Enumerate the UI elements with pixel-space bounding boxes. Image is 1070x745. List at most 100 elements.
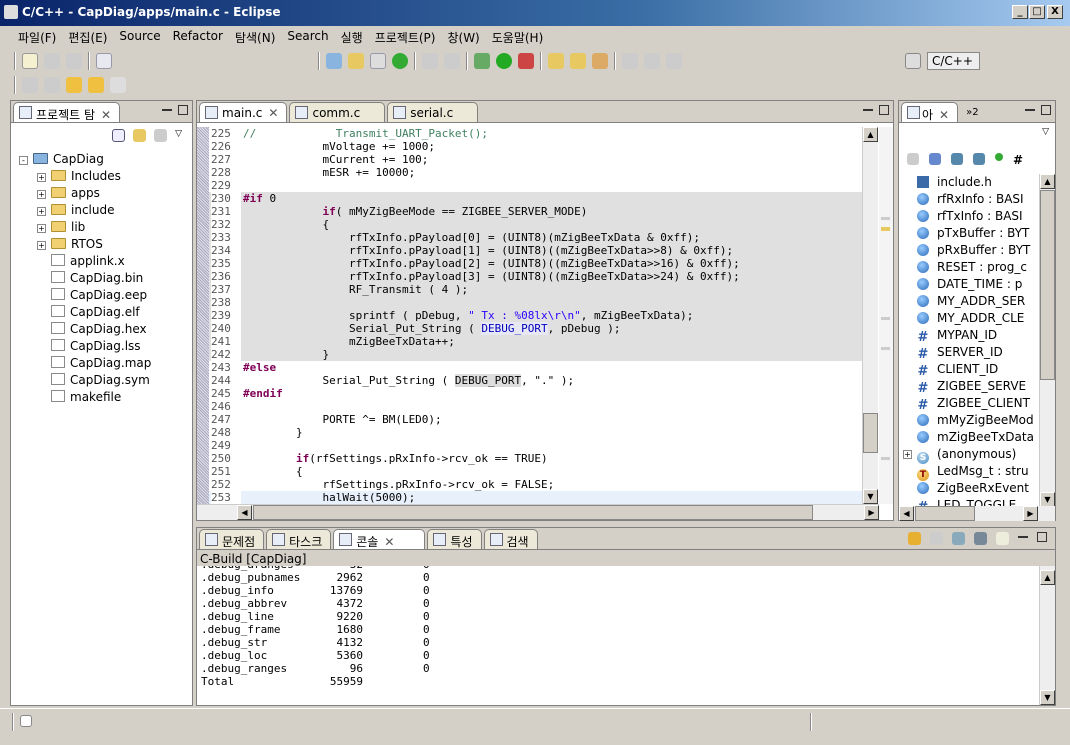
scroll-lock-icon[interactable] (908, 532, 921, 545)
scroll-up-button[interactable]: ▲ (1040, 174, 1055, 189)
scroll-down-button[interactable]: ▼ (1040, 492, 1055, 507)
tab-console[interactable]: 콘솔 ✕ (333, 529, 426, 549)
scroll-thumb[interactable] (863, 413, 878, 453)
open-element-icon[interactable] (570, 53, 586, 69)
outline-item[interactable]: pTxBuffer : BYT (917, 225, 1039, 242)
scroll-left-button[interactable]: ◀ (237, 505, 252, 520)
sync-icon[interactable] (907, 153, 919, 165)
close-icon[interactable]: ✕ (101, 108, 111, 122)
expand-toggle-icon[interactable]: + (903, 450, 912, 459)
overview-ruler[interactable] (879, 127, 893, 504)
new-icon[interactable] (22, 53, 38, 69)
collapse-all-icon[interactable] (112, 129, 126, 142)
maximize-icon[interactable] (879, 105, 889, 115)
menu-item[interactable]: Refactor (167, 26, 229, 46)
display-console-icon[interactable] (974, 532, 987, 545)
clean-icon[interactable] (444, 53, 460, 69)
tab-problems[interactable]: 문제점 (199, 529, 265, 549)
close-icon[interactable]: ✕ (268, 106, 278, 120)
tab-tasks[interactable]: 타스크 (266, 529, 332, 549)
tab-comm-c[interactable]: comm.c (289, 102, 386, 122)
view-menu-icon[interactable]: ▽ (1042, 127, 1049, 137)
print-icon[interactable] (66, 53, 82, 69)
outline-item[interactable]: RESET : prog_c (917, 259, 1039, 276)
tab-main-c[interactable]: main.c ✕ (199, 102, 288, 122)
outline-item[interactable]: MY_ADDR_CLE (917, 310, 1039, 327)
next-annotation-icon[interactable] (22, 77, 38, 93)
menu-item[interactable]: Source (113, 26, 166, 46)
view-menu-icon[interactable]: ▽ (175, 129, 182, 151)
menu-item[interactable]: 파일(F) (12, 26, 62, 46)
maximize-icon[interactable] (1037, 532, 1047, 542)
search-icon[interactable] (592, 53, 608, 69)
outline-item[interactable]: pRxBuffer : BYT (917, 242, 1039, 259)
tab-project-explorer[interactable]: 프로젝트 탐 ✕ (13, 102, 121, 122)
debug-icon[interactable] (474, 53, 490, 69)
outline-item[interactable]: ZigBeeRxEvent (917, 480, 1039, 497)
toggle-mark-icon[interactable] (622, 53, 638, 69)
maximize-button[interactable]: □ (1029, 5, 1045, 19)
console-vertical-scrollbar[interactable]: ▲ ▼ (1039, 566, 1055, 705)
outline-horizontal-scrollbar[interactable]: ◀ ▶ (899, 506, 1055, 521)
outline-item[interactable]: include.h (917, 174, 1039, 191)
sort-icon[interactable] (929, 153, 941, 165)
scroll-down-button[interactable]: ▼ (1040, 690, 1055, 705)
tab-serial-c[interactable]: serial.c (387, 102, 479, 122)
fast-view-icon[interactable] (20, 715, 32, 727)
block-select-icon[interactable] (644, 53, 660, 69)
clear-console-icon[interactable] (930, 532, 943, 545)
outline-item[interactable]: # MYPAN_ID (917, 327, 1039, 344)
minimize-icon[interactable] (162, 105, 172, 111)
tree-item[interactable]: CapDiag.map (19, 355, 192, 372)
hide-static-icon[interactable] (973, 153, 985, 165)
new-folder-icon[interactable] (348, 53, 364, 69)
run-icon[interactable] (496, 53, 512, 69)
expand-toggle-icon[interactable]: + (37, 224, 46, 233)
more-views-button[interactable]: »2 (966, 107, 978, 118)
tree-item[interactable]: CapDiag.hex (19, 321, 192, 338)
scroll-up-button[interactable]: ▲ (863, 127, 878, 142)
expand-toggle-icon[interactable]: + (37, 207, 46, 216)
editor-horizontal-scrollbar[interactable]: ◀ ▶ (197, 504, 879, 520)
hide-nonpublic-icon[interactable] (995, 153, 1003, 161)
outline-item[interactable]: # CLIENT_ID (917, 361, 1039, 378)
open-console-icon[interactable] (996, 532, 1009, 545)
maximize-icon[interactable] (178, 105, 188, 115)
back-icon[interactable] (88, 77, 104, 93)
close-icon[interactable]: ✕ (384, 535, 394, 549)
outline-item[interactable]: rfTxInfo : BASI (917, 208, 1039, 225)
expand-toggle-icon[interactable]: + (37, 173, 46, 182)
link-editor-icon[interactable] (133, 129, 147, 142)
menu-item[interactable]: Search (281, 26, 334, 46)
tab-properties[interactable]: 특성 (427, 529, 482, 549)
close-icon[interactable]: ✕ (939, 108, 949, 122)
menu-item[interactable]: 프로젝트(P) (369, 26, 442, 46)
menu-item[interactable]: 도움말(H) (486, 26, 550, 46)
tree-item[interactable]: CapDiag.elf (19, 304, 192, 321)
tab-search[interactable]: 검색 (483, 529, 538, 549)
outline-item[interactable]: + S (anonymous) (903, 446, 1039, 464)
save-icon[interactable] (44, 53, 60, 69)
scroll-left-button[interactable]: ◀ (899, 506, 914, 521)
open-type-icon[interactable] (548, 53, 564, 69)
expand-toggle-icon[interactable]: + (37, 241, 46, 250)
hide-macros-icon[interactable]: # (1013, 153, 1023, 167)
hide-fields-icon[interactable] (951, 153, 963, 165)
outline-item[interactable]: T LedMsg_t : stru (917, 463, 1039, 481)
scroll-right-button[interactable]: ▶ (864, 505, 879, 520)
expand-toggle-icon[interactable]: - (19, 156, 28, 165)
tree-item[interactable]: + Includes (19, 168, 192, 185)
menu-item[interactable]: 창(W) (441, 26, 485, 46)
minimize-icon[interactable] (1018, 532, 1028, 538)
binary-icon[interactable] (96, 53, 112, 69)
forward-icon[interactable] (110, 77, 126, 93)
tree-item[interactable]: + lib (19, 219, 192, 236)
tree-item[interactable]: CapDiag.bin (19, 270, 192, 287)
perspective-c-cpp[interactable]: C/C++ (927, 52, 980, 70)
filter-icon[interactable] (154, 129, 168, 142)
tree-item[interactable]: + apps (19, 185, 192, 202)
menu-item[interactable]: 탐색(N) (229, 26, 281, 46)
console-output[interactable]: .debug_aranges 320.debug_pubnames29620.d… (199, 566, 1037, 704)
scroll-up-button[interactable]: ▲ (1040, 570, 1055, 585)
scroll-thumb[interactable] (253, 505, 813, 520)
